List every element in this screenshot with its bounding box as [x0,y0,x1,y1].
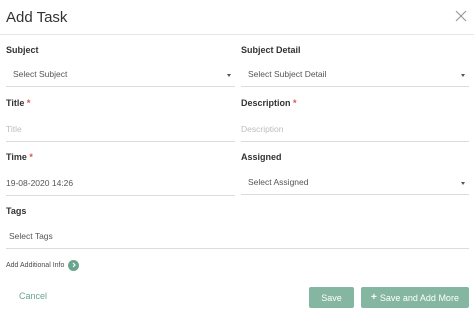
tags-label: Tags [6,206,27,216]
tags-placeholder: Select Tags [9,231,53,241]
time-value: 19-08-2020 14:26 [6,178,74,188]
assigned-select[interactable]: Select Assigned [241,171,469,195]
dialog-title: Add Task [6,9,68,26]
description-placeholder: Description [241,124,284,134]
add-additional-info-label: Add Additional Info [6,261,65,269]
assigned-placeholder: Select Assigned [248,177,309,187]
dialog-header: Add Task [0,0,474,35]
chevron-down-icon [461,74,465,77]
description-input[interactable]: Description [241,118,469,142]
subject-detail-placeholder: Select Subject Detail [248,69,327,79]
add-additional-info-link[interactable]: Add Additional Info [6,259,80,271]
save-and-add-more-button[interactable]: + Save and Add More [361,287,469,308]
subject-placeholder: Select Subject [13,69,68,79]
plus-icon: + [371,292,377,303]
tags-input[interactable]: Select Tags [6,225,469,249]
description-label: Description * [241,98,297,108]
subject-detail-label: Subject Detail [241,45,301,55]
subject-detail-select[interactable]: Select Subject Detail [241,63,469,87]
chevron-right-icon [68,259,80,271]
time-label: Time * [6,152,33,162]
required-mark: * [293,98,297,108]
save-button-label: Save [321,292,342,303]
required-mark: * [26,98,31,108]
chevron-down-icon [227,74,231,77]
title-placeholder: Title [6,124,22,134]
save-and-add-more-label: Save and Add More [379,292,459,303]
chevron-down-icon [461,182,465,185]
close-icon[interactable] [454,9,468,23]
time-input[interactable]: 19-08-2020 14:26 [6,172,235,196]
assigned-label: Assigned [241,152,282,162]
title-input[interactable]: Title [6,118,235,142]
required-mark: * [29,152,33,162]
title-label: Title * [6,98,31,108]
cancel-button[interactable]: Cancel [19,291,47,301]
subject-label: Subject [6,45,39,55]
subject-select[interactable]: Select Subject [6,63,235,87]
save-button[interactable]: Save [309,287,354,308]
